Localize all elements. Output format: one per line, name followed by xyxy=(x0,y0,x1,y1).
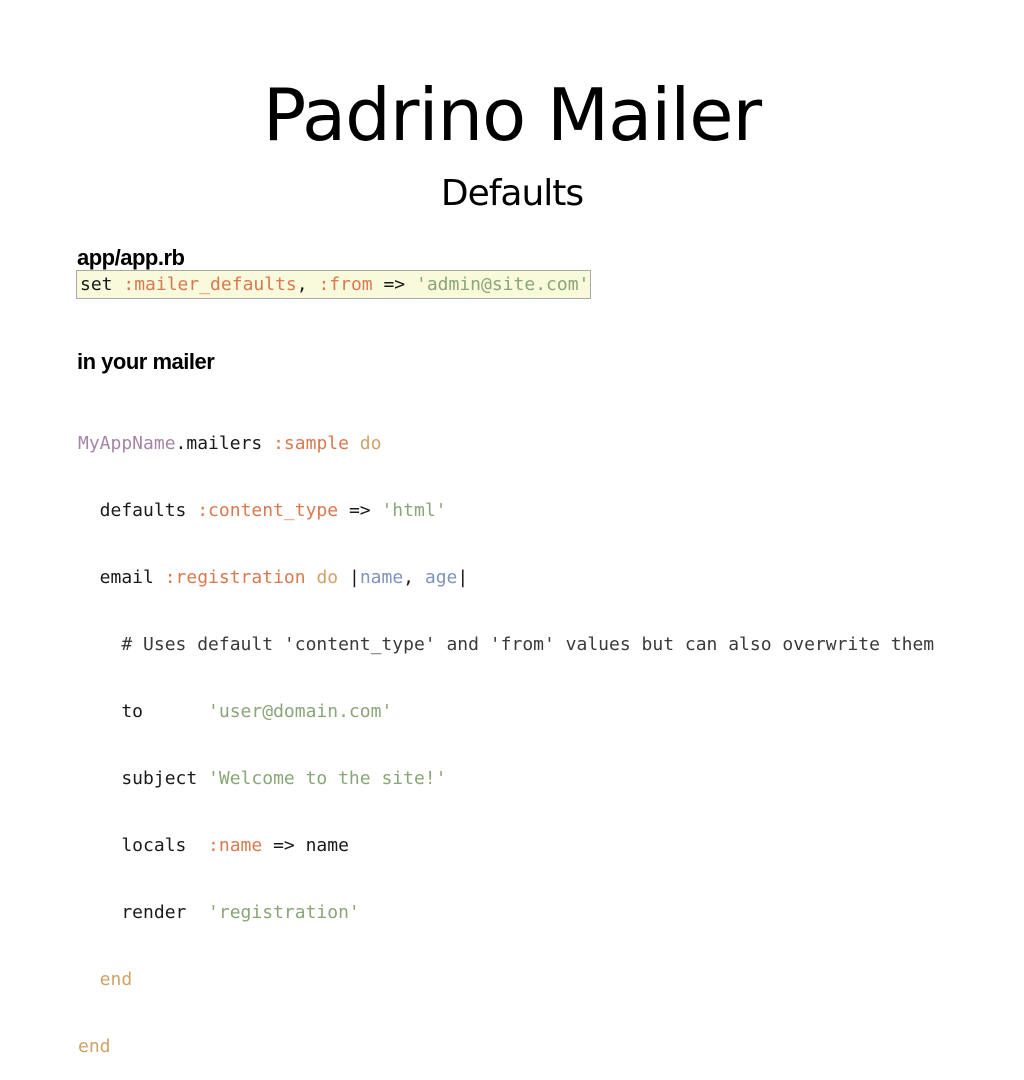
code-token-block-var: age xyxy=(424,567,458,588)
code-token: .mailers xyxy=(175,433,274,454)
app-config-code-box: set :mailer_defaults, :from => 'admin@si… xyxy=(76,270,591,299)
code-line: end xyxy=(78,967,934,992)
code-token: | xyxy=(457,567,469,588)
code-line: MyAppName.mailers :sample do xyxy=(78,431,934,456)
code-token: defaults xyxy=(78,500,198,521)
code-token: email xyxy=(78,567,165,588)
code-token: to xyxy=(78,701,209,722)
code-line: # Uses default 'content_type' and 'from'… xyxy=(78,632,934,657)
code-token-symbol: :content_type xyxy=(197,500,339,521)
code-token-block-var: name xyxy=(359,567,404,588)
section-label-app-file: app/app.rb xyxy=(77,245,185,270)
code-token-keyword: do xyxy=(316,567,339,588)
code-line: end xyxy=(78,1034,934,1059)
code-token-string: 'user@domain.com' xyxy=(208,701,393,722)
code-token-keyword: do xyxy=(359,433,382,454)
code-line: subject 'Welcome to the site!' xyxy=(78,766,934,791)
code-line: defaults :content_type => 'html' xyxy=(78,498,934,523)
code-token-symbol: :from xyxy=(318,274,373,295)
code-token-string: 'html' xyxy=(381,500,447,521)
code-token: => xyxy=(372,274,416,295)
code-token-keyword: end xyxy=(78,1036,111,1057)
code-token: render xyxy=(78,902,209,923)
slide-subtitle: Defaults xyxy=(440,173,584,214)
code-line: render 'registration' xyxy=(78,900,934,925)
code-line: email :registration do |name, age| xyxy=(78,565,934,590)
code-token: | xyxy=(338,567,360,588)
code-token: set xyxy=(80,274,124,295)
section-label-mailer: in your mailer xyxy=(77,349,215,374)
code-token-constant: MyAppName xyxy=(78,433,176,454)
code-token-symbol: :sample xyxy=(273,433,349,454)
code-token-keyword: end xyxy=(78,969,133,990)
code-token-symbol: :registration xyxy=(164,567,306,588)
code-line: locals :name => name xyxy=(78,833,934,858)
code-token: => xyxy=(338,500,382,521)
code-token: , xyxy=(296,274,319,295)
code-token-string: 'Welcome to the site!' xyxy=(208,768,447,789)
code-token-string: 'registration' xyxy=(208,902,360,923)
code-token: , xyxy=(403,567,425,588)
code-token-symbol: :name xyxy=(208,835,263,856)
code-token-symbol: :mailer_defaults xyxy=(123,274,297,295)
code-line: to 'user@domain.com' xyxy=(78,699,934,724)
code-token: => name xyxy=(262,835,349,856)
slide-title: Padrino Mailer xyxy=(262,73,762,157)
code-token-comment: # Uses default 'content_type' and 'from'… xyxy=(78,634,935,655)
mailer-code-block: MyAppName.mailers :sample do defaults :c… xyxy=(78,389,934,1080)
code-token: locals xyxy=(78,835,209,856)
code-token: subject xyxy=(78,768,209,789)
code-token-string: 'admin@site.com' xyxy=(415,274,590,295)
